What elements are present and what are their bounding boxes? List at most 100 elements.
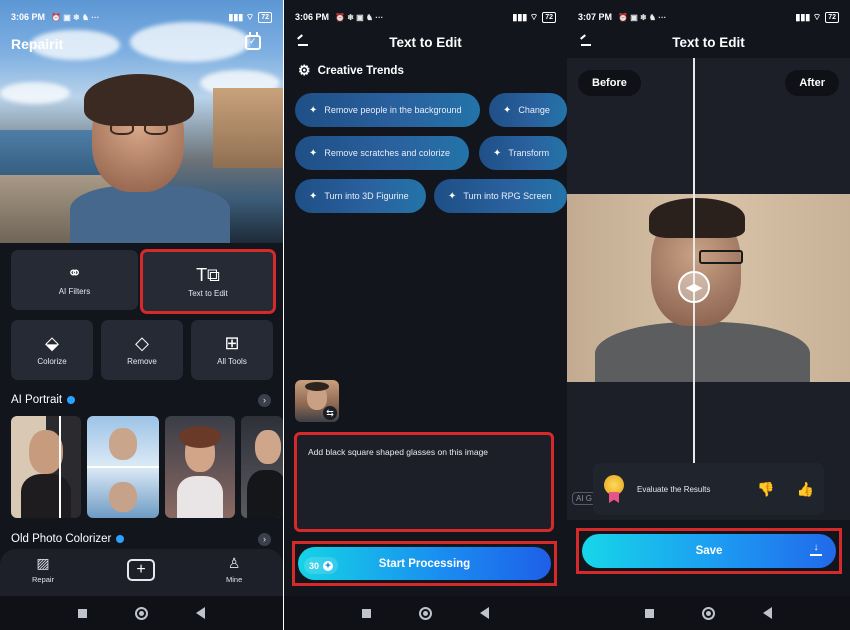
ai-filters-label: AI Filters [58,287,91,296]
old-photo-section-title: Old Photo Colorizer [11,533,125,545]
recents-icon[interactable] [362,608,371,618]
after-label: After [785,70,839,96]
credits-count: 30 [309,560,320,571]
colorize-button[interactable]: ⬙ Colorize [11,320,93,380]
compare-view[interactable]: Before After ◀▶ [567,58,850,520]
all-tools-label: All Tools [217,357,247,366]
thumbs-up-icon[interactable]: 👍 [797,481,814,498]
sparkle-icon: ✦ [309,104,318,116]
status-right: ▮▮▮ ⌔ 72 [795,11,839,23]
portrait-thumb[interactable] [165,416,235,518]
compare-handle[interactable]: ◀▶ [678,271,710,303]
save-highlight: Save ↓ [576,528,842,574]
tab-mine[interactable]: ♙ Mine [226,555,242,584]
trend-pill[interactable]: ✦ Remove people in the background [295,93,480,127]
status-bar: 3:06 PM ⏰ ▣ ❄ ♞ ··· ▮▮▮ ⌔ 72 [0,0,283,34]
system-nav-bar [284,596,567,630]
save-button[interactable]: Save ↓ [582,534,836,568]
sparkle-icon: ✦ [309,147,318,159]
chevron-right-icon[interactable]: › [258,533,271,546]
portrait-thumb[interactable] [11,416,81,518]
recents-icon[interactable] [645,608,654,618]
portrait-thumb[interactable] [241,416,283,518]
before-label: Before [578,70,641,96]
evaluate-card: Evaluate the Results 👎 👍 [593,463,824,515]
battery-icon: 72 [825,11,839,23]
download-icon: ↓ [810,543,822,556]
rating-buttons: 👎 👍 [757,481,814,498]
prompt-textarea[interactable]: Add black square shaped glasses on this … [294,432,554,532]
sparkle-icon: ✦ [503,104,512,116]
trend-pill[interactable]: ✦ Transform [479,136,567,170]
back-icon[interactable] [763,607,772,619]
trend-pill[interactable]: ✦ Turn into RPG Screen [434,179,567,213]
home-screen: 3:06 PM ⏰ ▣ ❄ ♞ ··· ▮▮▮ ⌔ 72 Repairit ⚭ … [0,0,283,630]
trend-pill-label: Turn into 3D Figurine [324,191,409,201]
start-processing-label: Start Processing [378,557,471,570]
app-title: Repairit [11,36,64,52]
text-edit-screen: 3:06 PM ⏰ ❄ ▣ ♞ ··· ▮▮▮ ⌔ 72 Text to Edi… [284,0,567,630]
tab-mine-label: Mine [226,575,243,584]
home-icon[interactable] [419,606,432,620]
trend-pill[interactable]: ✦ Remove scratches and colorize [295,136,469,170]
eraser-icon: ◇ [135,333,149,353]
back-icon[interactable] [196,607,205,619]
page-title: Text to Edit [389,35,462,50]
trend-pill[interactable]: ✦ Turn into 3D Figurine [295,179,426,213]
image-icon: ▨ [36,555,50,571]
trend-pill-label: Turn into RPG Screen [463,191,552,201]
text-to-edit-button[interactable]: T⧉ Text to Edit [140,249,276,314]
trend-pill[interactable]: ✦ Change [489,93,567,127]
start-processing-highlight: 30 ✦ Start Processing [292,541,557,586]
grid-icon: ⊞ [224,333,240,353]
home-icon[interactable] [135,606,148,620]
trend-pill-label: Remove scratches and colorize [324,148,450,158]
ai-portrait-section-title: AI Portrait [11,394,76,406]
uploaded-image-thumb[interactable]: ⇆ [295,380,339,422]
back-icon[interactable] [480,607,489,619]
tab-repair-label: Repair [32,575,55,584]
status-bar: 3:07 PM ⏰ ▣ ❄ ♞ ··· ▮▮▮ ⌔ 72 [567,0,850,34]
status-time: 3:07 PM [578,12,613,22]
system-nav-bar [567,596,850,630]
colorize-label: Colorize [37,357,67,366]
text-edit-icon: T⧉ [196,264,220,285]
trend-pill-label: Remove people in the background [324,105,462,115]
gear-icon: ⚙ [298,62,311,78]
result-screen: 3:07 PM ⏰ ▣ ❄ ♞ ··· ▮▮▮ ⌔ 72 Text to Edi… [567,0,850,630]
notification-icons: ⏰ ▣ ❄ ♞ ··· [618,12,667,22]
page-title: Text to Edit [672,35,745,50]
start-processing-button[interactable]: 30 ✦ Start Processing [298,547,551,580]
home-icon[interactable] [702,606,715,620]
tab-repair[interactable]: ▨ Repair [32,555,54,584]
notification-icons: ⏰ ▣ ❄ ♞ ··· [51,12,100,22]
thumbs-down-icon[interactable]: 👎 [757,481,774,498]
battery-icon: 72 [542,11,556,23]
sparkle-icon: ✦ [448,190,457,202]
creative-trends-label: Creative Trends [317,64,404,77]
system-nav-bar [0,596,283,630]
sparkle-icon: ✦ [493,147,502,159]
remove-label: Remove [127,357,157,366]
coin-icon: ✦ [323,560,334,571]
save-label: Save [695,545,723,557]
battery-icon: 72 [258,11,272,23]
swap-icon[interactable]: ⇆ [323,406,337,420]
calendar-check-icon[interactable] [245,32,261,50]
filters-icon: ⚭ [66,263,83,283]
chevron-right-icon[interactable]: › [258,394,271,407]
compare-divider[interactable] [693,58,695,468]
remove-button[interactable]: ◇ Remove [101,320,183,380]
evaluate-label: Evaluate the Results [637,484,711,494]
ai-filters-button[interactable]: ⚭ AI Filters [11,250,138,310]
add-button[interactable]: + [127,559,155,581]
creative-trends-header: ⚙ Creative Trends [298,62,404,79]
bottom-tab-bar: ▨ Repair + ♙ Mine [0,549,283,596]
all-tools-button[interactable]: ⊞ All Tools [191,320,273,380]
portrait-thumb[interactable] [87,416,159,518]
badge-icon [67,396,76,404]
status-right: ▮▮▮ ⌔ 72 [228,11,272,23]
text-to-edit-label: Text to Edit [188,288,228,298]
recents-icon[interactable] [78,608,87,618]
user-icon: ♙ [227,555,241,571]
